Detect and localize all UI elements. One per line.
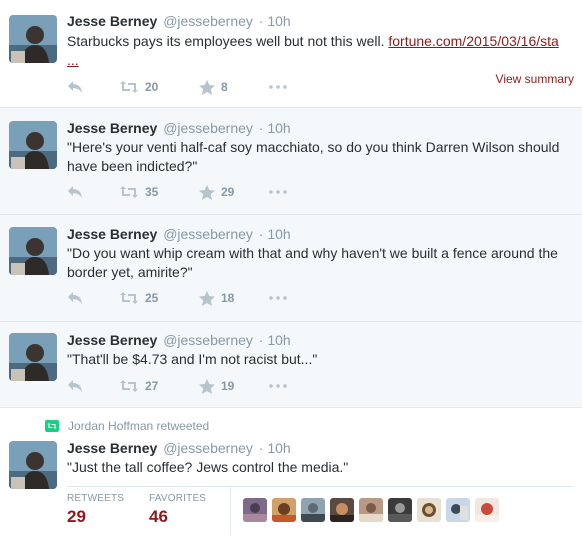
timestamp[interactable]: · 10h [259,332,291,348]
more-icon [269,190,287,194]
author-handle[interactable]: @jesseberney [163,13,253,29]
avatar[interactable] [301,498,325,522]
favorite-button[interactable]: 29 [199,184,269,200]
more-icon [269,85,287,89]
more-button[interactable] [269,296,287,300]
avatar[interactable] [446,498,470,522]
favorite-button[interactable]: 18 [199,290,269,306]
retweet-button[interactable]: 27 [119,379,199,393]
tweet-text: "Do you want whip cream with that and wh… [67,245,558,280]
tweet-2[interactable]: Jesse Berney @jesseberney · 10h "Here's … [0,108,582,215]
tweet-stats: RETWEETS 29 FAVORITES 46 [67,486,574,535]
avatar[interactable] [243,498,267,522]
more-icon [269,296,287,300]
retweet-count: 20 [145,80,159,94]
author-handle[interactable]: @jesseberney [163,332,253,348]
retweet-button[interactable]: 20 [119,80,199,94]
favorites-label: FAVORITES [149,493,207,504]
reply-button[interactable] [67,80,119,94]
tweet-1[interactable]: Jesse Berney @jesseberney · 10h Starbuck… [0,0,582,108]
author-handle[interactable]: @jesseberney [163,120,253,136]
retweets-stat[interactable]: RETWEETS 29 [67,493,124,527]
author-name[interactable]: Jesse Berney [67,120,157,136]
favorite-count: 19 [221,379,235,393]
favorite-count: 8 [221,80,228,94]
tweet-text: Starbucks pays its employees well but no… [67,32,574,70]
retweets-label: RETWEETS [67,493,125,504]
tweet-header: Jesse Berney @jesseberney · 10h [67,119,574,137]
more-button[interactable] [269,85,287,89]
reply-button[interactable] [67,185,119,199]
reply-icon [68,292,82,304]
author-name[interactable]: Jesse Berney [67,440,157,456]
retweet-button[interactable]: 25 [119,291,199,305]
retweet-button[interactable]: 35 [119,185,199,199]
author-handle[interactable]: @jesseberney [163,226,253,242]
tweet-3[interactable]: Jesse Berney @jesseberney · 10h "Do you … [0,215,582,322]
tweet-header: Jesse Berney @jesseberney · 10h [67,331,574,349]
retweet-count: 35 [145,185,159,199]
retweet-count: 27 [145,379,159,393]
avatar[interactable] [330,498,354,522]
avatar[interactable] [9,121,57,169]
avatar[interactable] [359,498,383,522]
author-handle[interactable]: @jesseberney [163,440,253,456]
timestamp[interactable]: · 10h [259,13,291,29]
retweets-value: 29 [67,507,86,526]
more-button[interactable] [269,190,287,194]
tweet-text: "That'll be $4.73 and I'm not racist but… [67,351,318,367]
avatar[interactable] [475,498,499,522]
tweet-header: Jesse Berney @jesseberney · 10h [67,439,574,457]
avatar[interactable] [9,441,57,489]
retweet-badge-icon [45,420,59,432]
star-icon [199,79,215,95]
reply-icon [68,81,82,93]
retweet-icon [120,81,138,93]
timestamp[interactable]: · 10h [259,226,291,242]
star-icon [199,378,215,394]
stats-divider [230,487,231,535]
favorite-button[interactable]: 8 [199,79,269,95]
timestamp[interactable]: · 10h [259,440,291,456]
author-name[interactable]: Jesse Berney [67,332,157,348]
avatar[interactable] [272,498,296,522]
tweet-link-more[interactable]: ... [67,52,79,68]
view-summary-link[interactable]: View summary [496,72,574,86]
tweet-text-body: Starbucks pays its employees well but no… [67,33,389,49]
reply-button[interactable] [67,291,119,305]
retweet-icon [120,380,138,392]
retweeted-by[interactable]: Jordan Hoffman retweeted [45,419,209,433]
star-icon [199,290,215,306]
tweet-text: "Just the tall coffee? Jews control the … [67,459,349,475]
more-button[interactable] [269,384,287,388]
timestamp[interactable]: · 10h [259,120,291,136]
reply-button[interactable] [67,379,119,393]
tweet-header: Jesse Berney @jesseberney · 10h [67,225,574,243]
favoriter-avatars [243,498,504,522]
avatar[interactable] [9,227,57,275]
avatar[interactable] [9,333,57,381]
tweet-header: Jesse Berney @jesseberney · 10h [67,12,574,30]
favorites-stat[interactable]: FAVORITES 46 [149,493,206,527]
tweet-link[interactable]: fortune.com/2015/03/16/sta [388,33,558,49]
author-name[interactable]: Jesse Berney [67,226,157,242]
favorite-button[interactable]: 19 [199,378,269,394]
more-icon [269,384,287,388]
avatar[interactable] [9,15,57,63]
favorite-count: 18 [221,291,235,305]
avatar[interactable] [388,498,412,522]
favorite-count: 29 [221,185,235,199]
retweet-icon [120,292,138,304]
reply-icon [68,186,82,198]
author-name[interactable]: Jesse Berney [67,13,157,29]
avatar[interactable] [417,498,441,522]
favorites-value: 46 [149,507,168,526]
tweet-text: "Here's your venti half-caf soy macchiat… [67,139,560,174]
retweet-icon [120,186,138,198]
reply-icon [68,380,82,392]
retweeted-by-label: Jordan Hoffman retweeted [68,419,210,433]
star-icon [199,184,215,200]
tweet-4[interactable]: Jesse Berney @jesseberney · 10h "That'll… [0,322,582,408]
retweet-count: 25 [145,291,159,305]
